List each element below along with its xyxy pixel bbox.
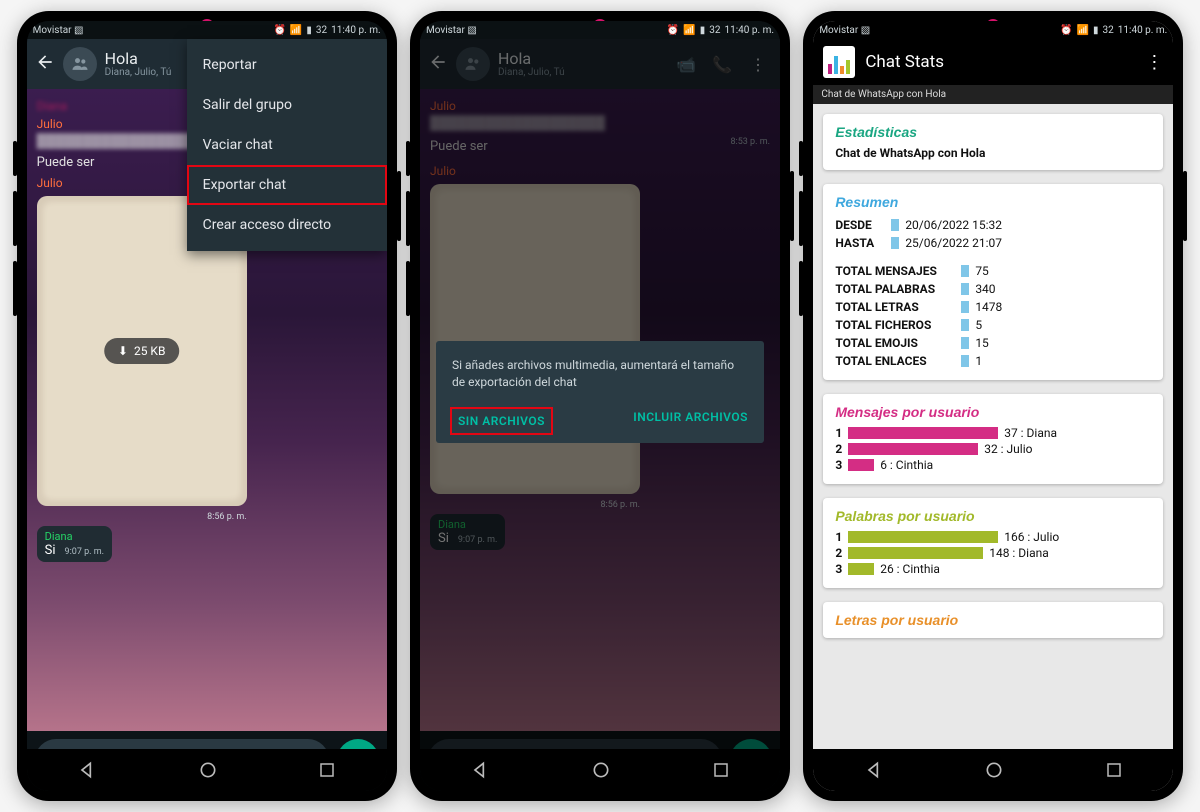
export-dialog: Si añades archivos multimedia, aumentará… (436, 341, 764, 443)
timestamp: 9:07 p. m. (65, 547, 105, 557)
card-heading: Letras por usuario (835, 612, 1151, 628)
dialog-text: Si añades archivos multimedia, aumentará… (452, 357, 748, 391)
menu-clear-chat[interactable]: Vaciar chat (187, 125, 387, 165)
card-heading: Mensajes por usuario (835, 404, 1151, 420)
card-heading: Resumen (835, 194, 1151, 210)
stats-body[interactable]: Estadísticas Chat de WhatsApp con Hola R… (813, 104, 1173, 662)
android-navbar (27, 749, 387, 791)
nav-recent-icon[interactable] (1105, 761, 1123, 779)
app-header: Chat Stats ⋮ (813, 39, 1173, 85)
menu-export-chat[interactable]: Exportar chat (187, 165, 387, 205)
app-logo-icon (823, 46, 855, 78)
status-bar: Movistar ▧ ⏰📶▮3211:40 p. m. (420, 21, 780, 39)
nav-home-icon[interactable] (984, 760, 1004, 780)
nav-recent-icon[interactable] (712, 761, 730, 779)
phone-2: Movistar ▧ ⏰📶▮3211:40 p. m. Hola Diana, … (410, 11, 790, 801)
card-text: Chat de WhatsApp con Hola (835, 146, 1151, 160)
card-estadisticas: Estadísticas Chat de WhatsApp con Hola (823, 114, 1163, 170)
bar (848, 443, 978, 455)
nav-back-icon[interactable] (470, 760, 490, 780)
overflow-menu: Reportar Salir del grupo Vaciar chat Exp… (187, 39, 387, 251)
bar (848, 547, 983, 559)
group-avatar[interactable] (63, 47, 97, 81)
include-files-button[interactable]: INCLUIR ARCHIVOS (633, 409, 748, 434)
android-navbar (420, 749, 780, 791)
menu-create-shortcut[interactable]: Crear acceso directo (187, 205, 387, 245)
menu-leave-group[interactable]: Salir del grupo (187, 85, 387, 125)
status-bar: Movistar ▧ ⏰📶▮3211:40 p. m. (813, 21, 1173, 39)
back-icon[interactable] (35, 52, 55, 76)
card-palabras-usuario: Palabras por usuario 1166 : Julio 2148 :… (823, 498, 1163, 588)
status-bar: Movistar ▧ ⏰📶▮3211:40 p. m. (27, 21, 387, 39)
phone-3: Movistar ▧ ⏰📶▮3211:40 p. m. Chat Stats ⋮… (803, 11, 1183, 801)
without-files-button[interactable]: SIN ARCHIVOS (452, 409, 551, 434)
phone-1: Movistar ▧ ⏰📶▮3211:40 p. m. Hola Diana, … (17, 11, 397, 801)
card-heading: Estadísticas (835, 124, 1151, 140)
android-navbar (813, 749, 1173, 791)
chat-title: Hola (105, 51, 172, 67)
more-icon[interactable]: ⋮ (1145, 52, 1163, 73)
card-heading: Palabras por usuario (835, 508, 1151, 524)
bar (848, 563, 874, 575)
bar (848, 427, 998, 439)
chat-members: Diana, Julio, Tú (105, 67, 172, 78)
bar (848, 531, 998, 543)
nav-back-icon[interactable] (77, 760, 97, 780)
menu-report[interactable]: Reportar (187, 45, 387, 85)
app-title: Chat Stats (865, 52, 944, 72)
nav-home-icon[interactable] (591, 760, 611, 780)
card-resumen: Resumen DESDE20/06/2022 15:32 HASTA25/06… (823, 184, 1163, 380)
sender-label: Diana (45, 530, 104, 543)
download-size: 25 KB (134, 344, 165, 358)
card-mensajes-usuario: Mensajes por usuario 137 : Diana 232 : J… (823, 394, 1163, 484)
card-letras-usuario: Letras por usuario (823, 602, 1163, 638)
nav-home-icon[interactable] (198, 760, 218, 780)
subtitle: Chat de WhatsApp con Hola (813, 85, 1173, 104)
nav-recent-icon[interactable] (318, 761, 336, 779)
timestamp: 8:56 p. m. (207, 512, 247, 522)
incoming-bubble[interactable]: Diana Si 9:07 p. m. (37, 526, 112, 562)
download-icon: ⬇ (118, 344, 128, 358)
nav-back-icon[interactable] (864, 760, 884, 780)
bar (848, 459, 874, 471)
message-text: Si (45, 543, 56, 558)
download-pill[interactable]: ⬇ 25 KB (104, 338, 180, 364)
